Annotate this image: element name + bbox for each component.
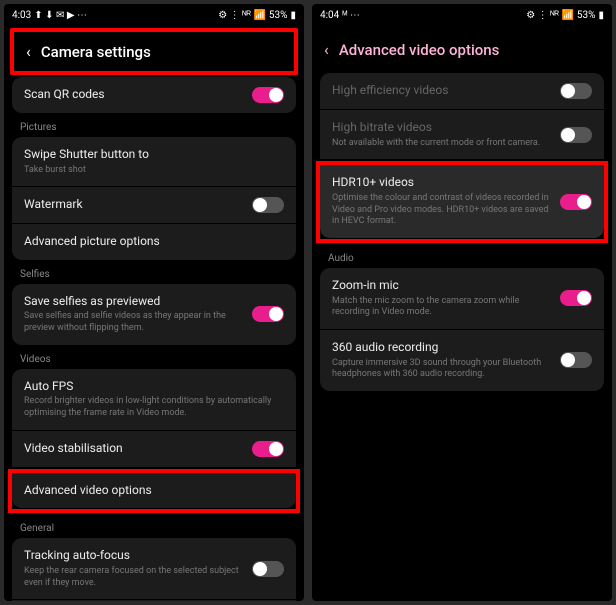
row-title: Zoom-in mic — [332, 278, 550, 294]
toggle-hdr10[interactable] — [560, 194, 592, 210]
row-subtitle: Take burst shot — [24, 165, 284, 177]
row-title: Advanced picture options — [24, 234, 284, 250]
status-icons-right: ⚙ ⋮ ᴺᴿ 📶 — [218, 10, 266, 21]
row-title: Watermark — [24, 197, 242, 213]
row-title: Swipe Shutter button to — [24, 147, 284, 163]
row-high-efficiency[interactable]: High efficiency videos — [320, 73, 604, 109]
toggle-save-selfies[interactable] — [252, 306, 284, 322]
section-audio: Audio — [320, 245, 604, 268]
row-high-bitrate: High bitrate videos Not available with t… — [320, 110, 604, 159]
status-battery: 53% — [577, 10, 596, 21]
row-title: Scan QR codes — [24, 87, 242, 103]
phone-left: 4:03 ⬆ ⬇ ✉ ▶ ⋯ ⚙ ⋮ ᴺᴿ 📶 53% ▮ ‹ Camera s… — [4, 4, 304, 601]
row-subtitle: Capture immersive 3D sound through your … — [332, 358, 550, 381]
row-swipe-shutter[interactable]: Swipe Shutter button to Take burst shot — [12, 137, 296, 186]
row-adv-video[interactable]: Advanced video options — [12, 473, 296, 509]
settings-list[interactable]: High efficiency videos High bitrate vide… — [312, 73, 612, 601]
row-watermark[interactable]: Watermark — [12, 187, 296, 223]
row-subtitle: Not available with the current mode or f… — [332, 138, 550, 150]
status-time: 4:04 — [320, 10, 339, 21]
status-bar: 4:03 ⬆ ⬇ ✉ ▶ ⋯ ⚙ ⋮ ᴺᴿ 📶 53% ▮ — [4, 4, 304, 26]
toggle-tracking-af[interactable] — [252, 561, 284, 577]
toggle-high-efficiency[interactable] — [560, 83, 592, 99]
page-header: ‹ Advanced video options — [312, 26, 612, 73]
row-save-selfies[interactable]: Save selfies as previewed Save selfies a… — [12, 284, 296, 345]
status-bar: 4:04 ᴹ ⋯ ⚙ ⋮ ᴺᴿ 📶 53% ▮ — [312, 4, 612, 26]
row-title: High bitrate videos — [332, 120, 550, 136]
back-icon[interactable]: ‹ — [26, 42, 31, 61]
row-subtitle: Keep the rear camera focused on the sele… — [24, 566, 242, 589]
row-360-audio[interactable]: 360 audio recording Capture immersive 3D… — [320, 330, 604, 391]
row-title: HDR10+ videos — [332, 175, 550, 191]
status-icons-left: ⬆ ⬇ ✉ ▶ ⋯ — [34, 10, 87, 21]
settings-list[interactable]: Scan QR codes Pictures Swipe Shutter but… — [4, 77, 304, 601]
toggle-zoom-mic[interactable] — [560, 290, 592, 306]
page-title: Camera settings — [41, 43, 151, 61]
row-title: High efficiency videos — [332, 83, 550, 99]
row-title: Advanced video options — [24, 483, 284, 499]
status-icons-left: ᴹ ⋯ — [342, 10, 360, 21]
row-video-stab[interactable]: Video stabilisation — [12, 431, 296, 467]
row-grid-lines[interactable]: Grid lines — [12, 600, 296, 601]
row-subtitle: Save selfies and selfie videos as they a… — [24, 311, 242, 334]
toggle-scan-qr[interactable] — [252, 87, 284, 103]
section-pictures: Pictures — [12, 114, 296, 137]
section-videos: Videos — [12, 346, 296, 369]
section-selfies: Selfies — [12, 261, 296, 284]
battery-icon: ▮ — [290, 10, 296, 21]
battery-icon: ▮ — [598, 10, 604, 21]
status-time: 4:03 — [12, 10, 31, 21]
row-subtitle: Match the mic zoom to the camera zoom wh… — [332, 296, 550, 319]
row-tracking-af[interactable]: Tracking auto-focus Keep the rear camera… — [12, 538, 296, 599]
row-subtitle: Optimise the colour and contrast of vide… — [332, 193, 550, 228]
status-battery: 53% — [269, 10, 288, 21]
row-zoom-mic[interactable]: Zoom-in mic Match the mic zoom to the ca… — [320, 268, 604, 329]
status-icons-right: ⚙ ⋮ ᴺᴿ 📶 — [526, 10, 574, 21]
row-title: 360 audio recording — [332, 340, 550, 356]
row-auto-fps[interactable]: Auto FPS Record brighter videos in low-l… — [12, 369, 296, 430]
section-general: General — [12, 515, 296, 538]
row-hdr10[interactable]: HDR10+ videos Optimise the colour and co… — [320, 165, 604, 238]
toggle-360-audio[interactable] — [560, 352, 592, 368]
toggle-high-bitrate — [560, 127, 592, 143]
back-icon[interactable]: ‹ — [324, 40, 329, 59]
row-subtitle: Record brighter videos in low-light cond… — [24, 396, 284, 419]
row-title: Auto FPS — [24, 379, 284, 395]
highlight-hdr10: HDR10+ videos Optimise the colour and co… — [316, 161, 608, 243]
page-header: ‹ Camera settings — [10, 28, 298, 75]
row-title: Video stabilisation — [24, 441, 242, 457]
phone-right: 4:04 ᴹ ⋯ ⚙ ⋮ ᴺᴿ 📶 53% ▮ ‹ Advanced video… — [312, 4, 612, 601]
page-title: Advanced video options — [339, 41, 500, 59]
row-adv-picture[interactable]: Advanced picture options — [12, 224, 296, 260]
toggle-video-stab[interactable] — [252, 441, 284, 457]
row-scan-qr[interactable]: Scan QR codes — [12, 77, 296, 113]
row-title: Tracking auto-focus — [24, 548, 242, 564]
toggle-watermark[interactable] — [252, 197, 284, 213]
highlight-adv-video: Advanced video options — [8, 469, 300, 514]
row-title: Save selfies as previewed — [24, 294, 242, 310]
